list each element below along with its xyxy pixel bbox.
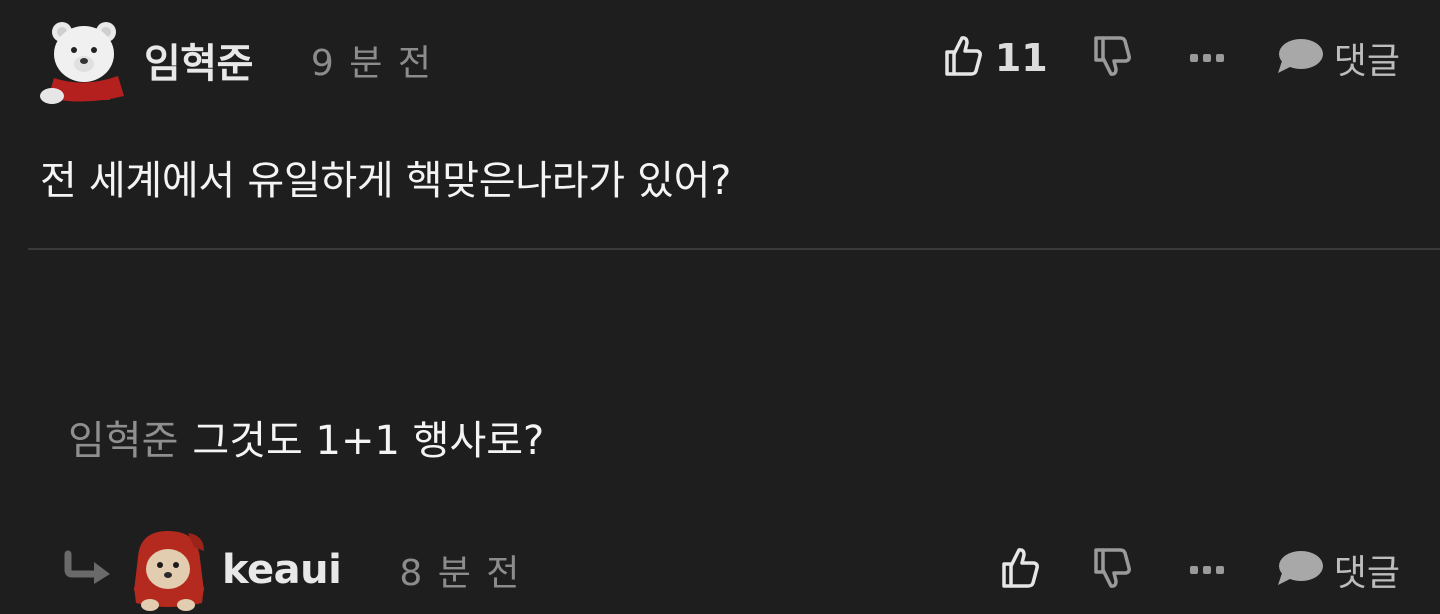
comment-body: 그것도 1+1 행사로? <box>192 418 545 464</box>
dislike-button[interactable] <box>1092 34 1132 82</box>
puppy-red-hood-avatar-icon <box>128 527 208 613</box>
comment-text: 전 세계에서 유일하게 핵맞은나라가 있어? <box>40 158 732 204</box>
reply-button[interactable]: 댓글 <box>1276 544 1400 596</box>
reply-arrow-icon <box>62 550 114 590</box>
thumbs-up-icon <box>1000 546 1040 594</box>
polar-bear-avatar-icon <box>36 14 128 106</box>
more-dots-icon <box>1189 49 1224 68</box>
speech-bubble-icon <box>1276 37 1324 79</box>
thumbs-down-icon <box>1092 34 1132 82</box>
reply-label: 댓글 <box>1333 553 1400 594</box>
like-count: 11 <box>994 36 1048 80</box>
comment-header: 임혁준 9 분 전 <box>36 14 433 106</box>
avatar[interactable] <box>128 527 208 613</box>
thumbs-down-icon <box>1092 546 1132 594</box>
username[interactable]: keaui <box>222 547 342 593</box>
comment: 임혁준 9 분 전 11 댓글 전 세계에서 유일하게 핵맞은나라가 있어? <box>0 0 1440 248</box>
comment-actions: 댓글 <box>1000 542 1400 598</box>
reply-button[interactable]: 댓글 <box>1276 32 1400 84</box>
like-button[interactable] <box>1000 546 1040 594</box>
more-button[interactable] <box>1189 49 1224 68</box>
reply-label: 댓글 <box>1333 41 1400 82</box>
thumbs-up-icon <box>943 34 983 82</box>
timestamp: 8 분 전 <box>399 553 522 594</box>
comment-text: 임혁준 그것도 1+1 행사로? <box>68 408 544 466</box>
like-button[interactable]: 11 <box>943 34 1048 82</box>
speech-bubble-icon <box>1276 549 1324 591</box>
username[interactable]: 임혁준 <box>144 31 253 89</box>
more-button[interactable] <box>1189 561 1224 580</box>
comment-actions: 11 댓글 <box>943 30 1400 86</box>
timestamp: 9 분 전 <box>310 43 433 84</box>
comment-header: keaui 8 분 전 <box>62 526 521 614</box>
avatar[interactable] <box>36 14 128 106</box>
more-dots-icon <box>1189 561 1224 580</box>
dislike-button[interactable] <box>1092 546 1132 594</box>
mention-username[interactable]: 임혁준 <box>68 418 178 464</box>
